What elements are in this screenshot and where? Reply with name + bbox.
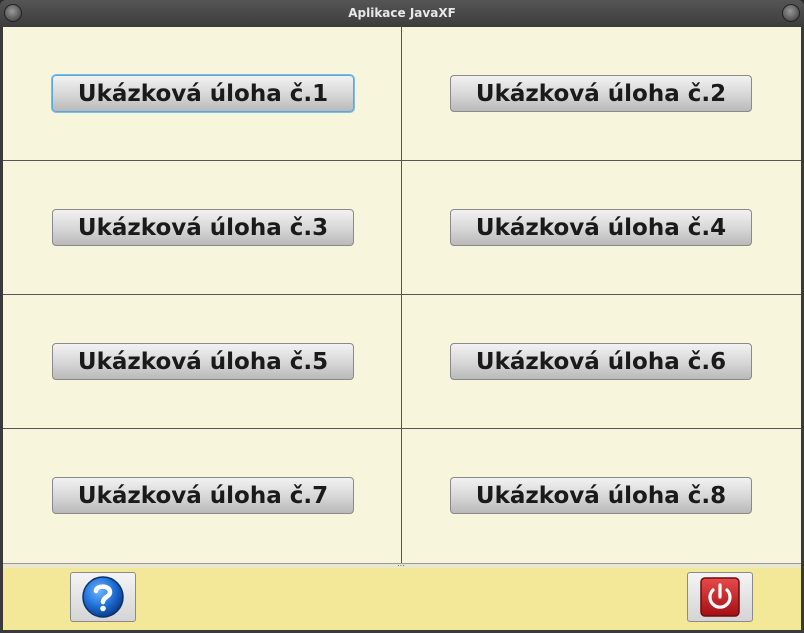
task-panel: Ukázková úloha č.1 Ukázková úloha č.2 Uk…	[3, 27, 801, 563]
bottom-toolbar	[3, 568, 801, 630]
task-cell-6: Ukázková úloha č.6	[402, 295, 801, 429]
power-icon	[700, 577, 740, 617]
window-title: Aplikace JavaXF	[348, 6, 456, 20]
task-cell-1: Ukázková úloha č.1	[3, 27, 402, 161]
task-cell-7: Ukázková úloha č.7	[3, 429, 402, 563]
task-button-5[interactable]: Ukázková úloha č.5	[52, 343, 354, 380]
help-button[interactable]	[70, 572, 136, 622]
window-close-button[interactable]	[782, 4, 800, 22]
task-cell-4: Ukázková úloha č.4	[402, 161, 801, 295]
task-button-6[interactable]: Ukázková úloha č.6	[450, 343, 752, 380]
help-icon	[82, 576, 124, 618]
task-button-2[interactable]: Ukázková úloha č.2	[450, 75, 752, 112]
task-button-7[interactable]: Ukázková úloha č.7	[52, 477, 354, 514]
task-button-1[interactable]: Ukázková úloha č.1	[52, 75, 354, 112]
exit-button[interactable]	[687, 572, 753, 622]
application-window: Aplikace JavaXF Ukázková úloha č.1 Ukázk…	[0, 0, 804, 633]
task-cell-8: Ukázková úloha č.8	[402, 429, 801, 563]
task-cell-5: Ukázková úloha č.5	[3, 295, 402, 429]
task-button-4[interactable]: Ukázková úloha č.4	[450, 209, 752, 246]
task-button-3[interactable]: Ukázková úloha č.3	[52, 209, 354, 246]
task-button-8[interactable]: Ukázková úloha č.8	[450, 477, 752, 514]
task-cell-2: Ukázková úloha č.2	[402, 27, 801, 161]
task-cell-3: Ukázková úloha č.3	[3, 161, 402, 295]
title-bar[interactable]: Aplikace JavaXF	[0, 0, 804, 27]
task-grid: Ukázková úloha č.1 Ukázková úloha č.2 Uk…	[3, 27, 801, 563]
